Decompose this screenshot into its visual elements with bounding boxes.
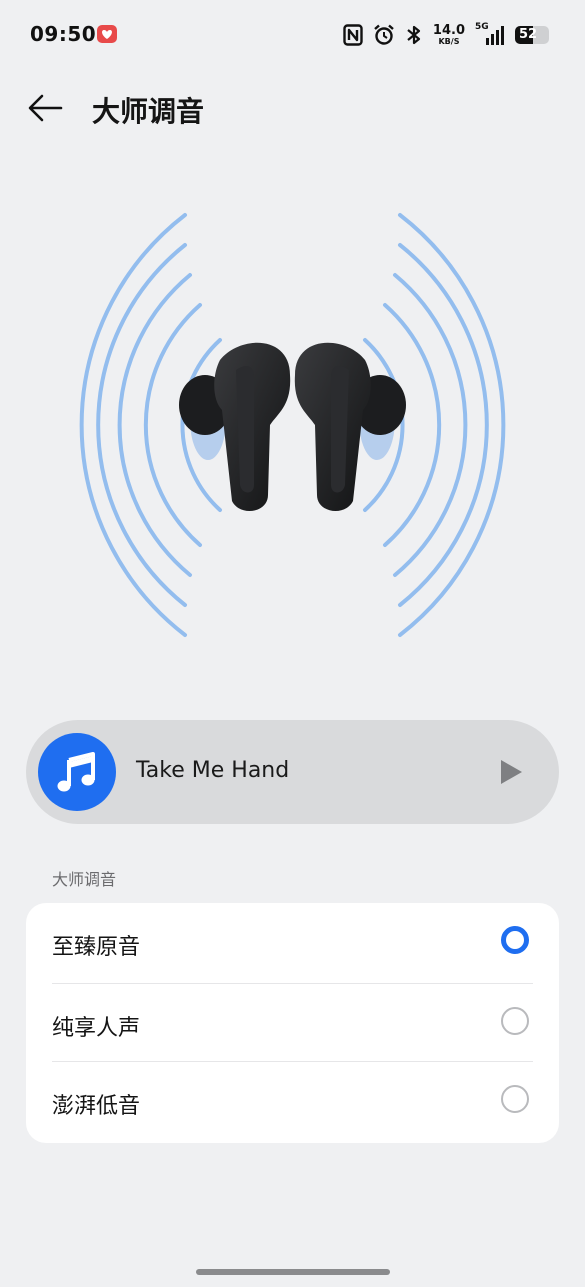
- earbuds-illustration: [79, 213, 506, 637]
- arrow-left-icon: [28, 94, 63, 122]
- play-icon: [501, 760, 522, 784]
- option-label: 纯享人声: [52, 1016, 141, 1041]
- option-label: 至臻原音: [52, 935, 141, 960]
- play-button[interactable]: [497, 758, 525, 786]
- radio-button[interactable]: [501, 1007, 529, 1035]
- net-speed-unit: KB/S: [438, 37, 460, 46]
- network-speed: 14.0 KB/S: [433, 24, 465, 46]
- song-title: Take Me Hand: [136, 758, 290, 783]
- music-note-icon: [57, 752, 95, 792]
- bluetooth-icon: [407, 25, 421, 45]
- music-player-card[interactable]: Take Me Hand: [26, 720, 559, 824]
- music-cover: [38, 733, 116, 811]
- tuning-options-card: 至臻原音 纯享人声 澎湃低音: [26, 903, 559, 1143]
- alarm-icon: [374, 24, 394, 45]
- option-row-3[interactable]: 澎湃低音: [26, 1062, 559, 1140]
- status-time: 09:50: [30, 22, 97, 46]
- status-icons: 14.0 KB/S 5G 52: [343, 22, 549, 48]
- section-label: 大师调音: [52, 870, 117, 889]
- app-notification-icon: [97, 25, 117, 43]
- header: 大师调音: [0, 76, 585, 140]
- option-row-1[interactable]: 至臻原音: [26, 903, 559, 981]
- net-speed-value: 14.0: [432, 23, 465, 38]
- nfc-icon: [343, 24, 363, 46]
- option-label: 澎湃低音: [52, 1094, 141, 1119]
- page-title: 大师调音: [92, 95, 205, 128]
- battery-icon: 52: [515, 26, 549, 44]
- status-bar: 09:50 14.0 KB/S 5G 52: [0, 0, 585, 68]
- option-row-2[interactable]: 纯享人声: [26, 984, 559, 1062]
- battery-level: 52: [518, 27, 538, 42]
- signal-icon: [486, 26, 504, 45]
- home-indicator[interactable]: [196, 1269, 390, 1275]
- signal-indicator: 5G: [475, 22, 505, 46]
- radio-button[interactable]: [501, 926, 529, 954]
- back-button[interactable]: [24, 88, 66, 128]
- radio-button[interactable]: [501, 1085, 529, 1113]
